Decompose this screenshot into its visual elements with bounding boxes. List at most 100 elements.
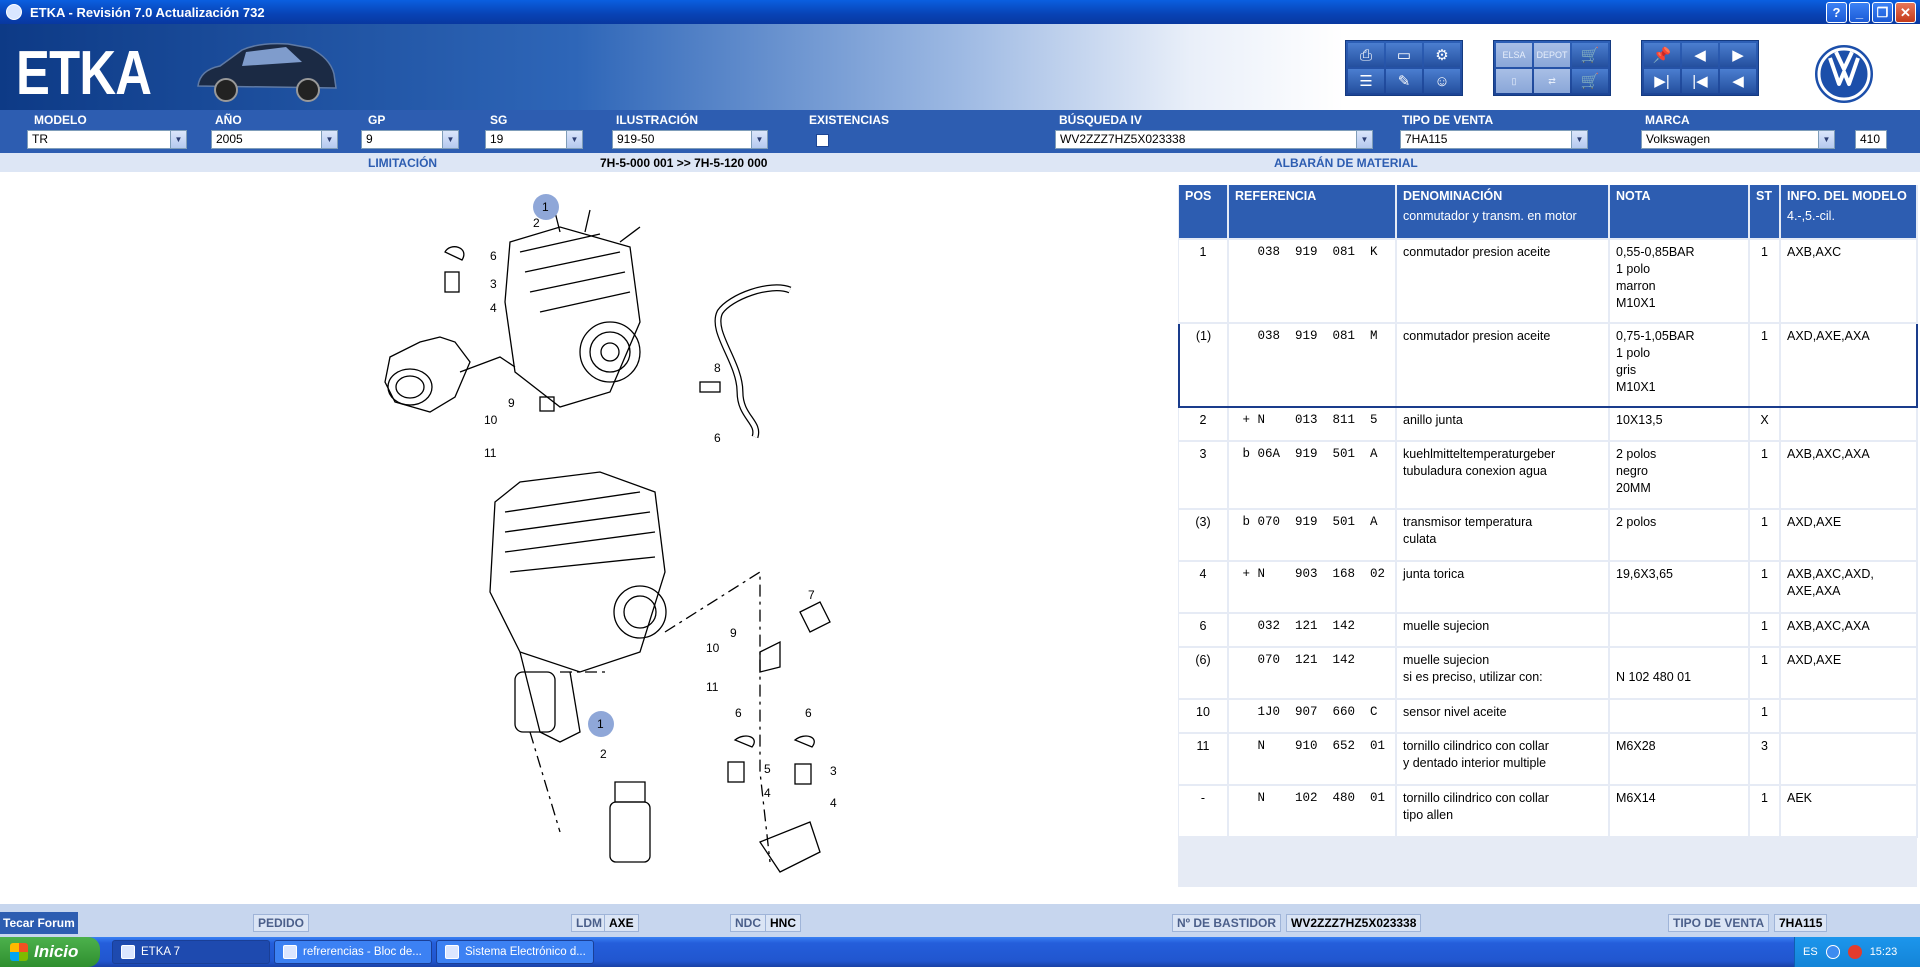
ilustracion-select[interactable]: 919-50 ▼ [612, 130, 768, 149]
table-row[interactable]: 6 032 121 142 muelle sujecion 1 AXB,AXC,AXA [1179, 613, 1918, 648]
person-icon[interactable]: ☺ [1424, 69, 1460, 93]
callout-6b[interactable]: 6 [714, 431, 721, 445]
close-button[interactable]: ✕ [1895, 2, 1916, 23]
col-st[interactable]: ST [1749, 185, 1781, 207]
edit-icon[interactable]: ✎ [1386, 69, 1422, 93]
callout-2[interactable]: 2 [533, 216, 540, 230]
toolbar-group-nav: 📌 ◀ ▶ ▶| |◀ ◀ [1641, 40, 1759, 96]
network-icon[interactable] [1825, 945, 1840, 959]
start-button[interactable]: Inicio [0, 937, 100, 967]
pedido-label[interactable]: PEDIDO [253, 914, 310, 932]
chevron-down-icon[interactable]: ▼ [1818, 131, 1834, 148]
car-swap-icon[interactable]: ⇄ [1534, 69, 1570, 93]
restore-button[interactable]: ❐ [1872, 2, 1893, 23]
modelo-select[interactable]: TR ▼ [27, 130, 187, 149]
col-referencia[interactable]: REFERENCIA [1228, 185, 1397, 207]
ilustracion-label: ILUSTRACIÓN [616, 113, 698, 127]
table-row[interactable]: 10 1J0 907 660 Csensor nivel aceite 1 [1179, 699, 1918, 734]
gp-select[interactable]: 9 ▼ [361, 130, 459, 149]
tipo-venta-select[interactable]: 7HA115 ▼ [1400, 130, 1588, 149]
chevron-down-icon[interactable]: ▼ [321, 131, 337, 148]
table-row[interactable]: 2 + N 013 811 5 anillo junta 10X13,5 X [1179, 407, 1918, 442]
cell-den: sensor nivel aceite [1396, 699, 1610, 734]
callout-2b[interactable]: 2 [600, 747, 607, 761]
marca-select[interactable]: Volkswagen ▼ [1641, 130, 1835, 149]
cell-st: 1 [1749, 647, 1781, 700]
screen-icon[interactable]: ▭ [1386, 43, 1422, 67]
forum-label[interactable]: Tecar Forum [0, 912, 78, 934]
chevron-down-icon[interactable]: ▼ [566, 131, 582, 148]
table-row[interactable]: 4 + N 903 168 02 junta torica 19,6X3,65 1 AX… [1179, 561, 1918, 614]
callout-5[interactable]: 5 [764, 762, 771, 776]
task-notepad[interactable]: refrerencias - Bloc de... [274, 940, 432, 964]
chevron-down-icon[interactable]: ▼ [170, 131, 186, 148]
callout-3b[interactable]: 3 [830, 764, 837, 778]
callout-1b[interactable]: 1 [597, 717, 604, 731]
callout-11[interactable]: 11 [484, 446, 497, 460]
anio-select[interactable]: 2005 ▼ [211, 130, 338, 149]
car-tools-icon[interactable]: ⚙ [1424, 43, 1460, 67]
elsa-icon[interactable]: ELSA [1496, 43, 1532, 67]
existencias-checkbox[interactable] [816, 134, 829, 147]
language-indicator[interactable]: ES [1803, 946, 1818, 958]
page-forward-icon[interactable]: ▶ [1720, 43, 1756, 67]
task-sistema[interactable]: Sistema Electrónico d... [436, 940, 594, 964]
callout-10[interactable]: 10 [484, 413, 498, 427]
cell-nota: N 102 480 01 [1609, 647, 1750, 700]
cell-info: AEK [1780, 785, 1918, 838]
callout-6c[interactable]: 6 [735, 706, 742, 720]
info-icon[interactable]: ▯ [1496, 69, 1532, 93]
chevron-down-icon[interactable]: ▼ [1356, 131, 1372, 148]
callout-10b[interactable]: 10 [706, 641, 720, 655]
chevron-down-icon[interactable]: ▼ [442, 131, 458, 148]
cart-icon[interactable]: 🛒 [1572, 69, 1608, 93]
minimize-button[interactable]: _ [1849, 2, 1870, 23]
callout-11b[interactable]: 11 [706, 680, 719, 694]
col-denominacion[interactable]: DENOMINACIÓN [1396, 185, 1610, 207]
callout-4c[interactable]: 4 [830, 796, 837, 810]
list-icon[interactable]: ☰ [1348, 69, 1384, 93]
print-icon[interactable]: ⎙ [1348, 43, 1384, 67]
callout-6[interactable]: 6 [490, 249, 497, 263]
anio-value: 2005 [216, 132, 243, 146]
security-icon[interactable] [1847, 945, 1862, 959]
callout-1[interactable]: 1 [542, 200, 549, 214]
cell-st: 1 [1749, 561, 1781, 614]
cell-pos: 1 [1179, 239, 1229, 324]
last-icon[interactable]: ▶| [1644, 69, 1680, 93]
table-row[interactable]: 11 N 910 652 01 tornillo cilindrico con c… [1179, 733, 1918, 786]
callout-9[interactable]: 9 [508, 396, 515, 410]
parts-illustration[interactable]: 1 2 6 3 4 9 10 11 8 6 7 9 10 11 1 2 6 5 … [0, 172, 1172, 902]
callout-6d[interactable]: 6 [805, 706, 812, 720]
callout-8[interactable]: 8 [714, 361, 721, 375]
busqueda-select[interactable]: WV2ZZZ7HZ5X023338 ▼ [1055, 130, 1373, 149]
task-etka[interactable]: ETKA 7 [112, 940, 270, 964]
table-row[interactable]: (6) 070 121 142 muelle sujecion si es pre… [1179, 647, 1918, 700]
albaran-link[interactable]: ALBARÁN DE MATERIAL [1274, 156, 1418, 170]
col-pos[interactable]: POS [1179, 185, 1229, 207]
callout-4[interactable]: 4 [490, 301, 497, 315]
col-info[interactable]: INFO. DEL MODELO [1780, 185, 1918, 207]
first-icon[interactable]: |◀ [1682, 69, 1718, 93]
chevron-down-icon[interactable]: ▼ [1571, 131, 1587, 148]
toolbar-group-print: ⎙ ▭ ⚙ ☰ ✎ ☺ [1345, 40, 1463, 96]
help-button[interactable]: ? [1826, 2, 1847, 23]
callout-7[interactable]: 7 [808, 588, 815, 602]
chevron-down-icon[interactable]: ▼ [751, 131, 767, 148]
callout-4b[interactable]: 4 [764, 786, 771, 800]
table-row[interactable]: (3) b 070 919 501 Atransmisor temperatur… [1179, 509, 1918, 562]
depot-icon[interactable]: DEPOT [1534, 43, 1570, 67]
table-row[interactable]: 3 b 06A 919 501 Akuehlmitteltemperaturge… [1179, 441, 1918, 510]
cell-den: muelle sujecion [1396, 613, 1610, 648]
callout-3[interactable]: 3 [490, 277, 497, 291]
page-back-icon[interactable]: ◀ [1682, 43, 1718, 67]
table-row[interactable]: (1) 038 919 081 Mconmutador presion acei… [1178, 322, 1918, 408]
table-row[interactable]: - N 102 480 01 tornillo cilindrico con co… [1179, 785, 1918, 838]
table-row[interactable]: 1 038 919 081 Kconmutador presion aceite… [1179, 239, 1918, 324]
col-nota[interactable]: NOTA [1609, 185, 1750, 207]
sg-select[interactable]: 19 ▼ [485, 130, 583, 149]
cart-add-icon[interactable]: 🛒 [1572, 43, 1608, 67]
pin-icon[interactable]: 📌 [1644, 43, 1680, 67]
callout-9b[interactable]: 9 [730, 626, 737, 640]
back-icon[interactable]: ◀ [1720, 69, 1756, 93]
